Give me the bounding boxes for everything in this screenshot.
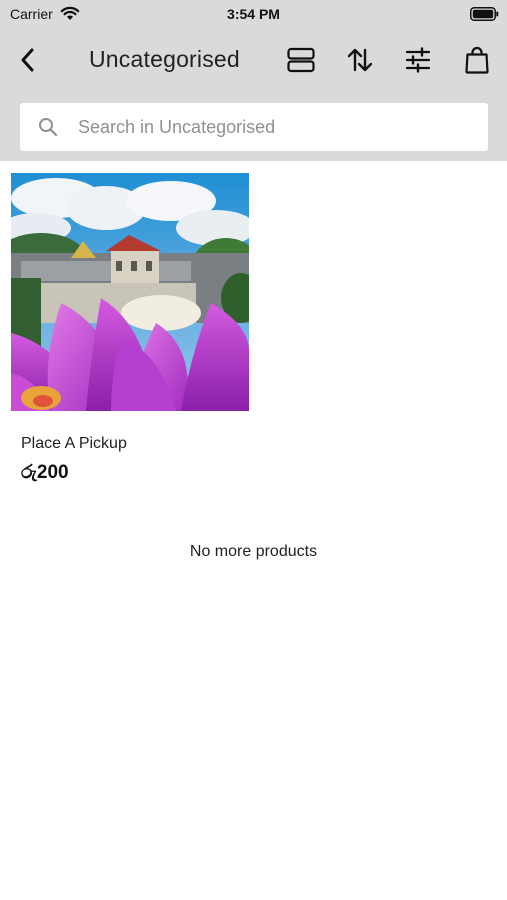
product-name: Place A Pickup	[21, 435, 127, 452]
chevron-left-icon	[21, 48, 34, 72]
back-button[interactable]	[12, 44, 44, 76]
top-bar: Carrier 3:54 PM Uncategorised	[0, 0, 507, 161]
status-time: 3:54 PM	[227, 6, 280, 22]
page-title: Uncategorised	[89, 46, 240, 72]
battery-icon	[470, 7, 499, 21]
layout-toggle-button[interactable]	[285, 44, 317, 76]
status-bar: Carrier 3:54 PM	[0, 0, 507, 30]
cart-button[interactable]	[461, 44, 493, 76]
search-icon	[39, 118, 58, 137]
search-input[interactable]	[78, 103, 468, 151]
product-card[interactable]: Place A Pickup රු200	[11, 173, 249, 493]
product-price: රු200	[21, 462, 69, 483]
sort-button[interactable]	[344, 44, 376, 76]
shopping-bag-icon	[465, 46, 489, 74]
product-image[interactable]	[11, 173, 249, 411]
search-bar[interactable]	[20, 103, 488, 151]
temple-lotus-photo	[11, 173, 249, 411]
no-more-products-message: No more products	[189, 543, 318, 560]
sort-arrows-icon	[347, 48, 373, 72]
layout-list-icon	[287, 47, 315, 73]
navigation-bar: Uncategorised	[0, 30, 507, 92]
filter-sliders-icon	[405, 47, 431, 73]
filter-button[interactable]	[402, 44, 434, 76]
